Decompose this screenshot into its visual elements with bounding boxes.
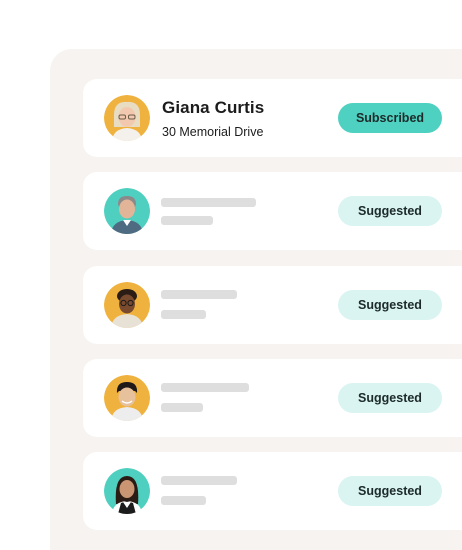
contact-card[interactable]: Suggested [83, 266, 462, 344]
avatar [104, 95, 150, 141]
avatar [104, 468, 150, 514]
avatar [104, 188, 150, 234]
contact-card[interactable]: Suggested [83, 452, 462, 530]
avatar [104, 282, 150, 328]
skeleton-name [161, 476, 237, 485]
suggested-button[interactable]: Suggested [338, 476, 442, 506]
contact-card[interactable]: Suggested [83, 172, 462, 250]
skeleton-address [161, 310, 206, 319]
subscribed-button[interactable]: Subscribed [338, 103, 442, 133]
contact-name: Giana Curtis [162, 98, 265, 117]
skeleton-name [161, 383, 249, 392]
skeleton-name [161, 290, 237, 299]
suggested-button[interactable]: Suggested [338, 196, 442, 226]
skeleton-address [161, 496, 206, 505]
skeleton-address [161, 403, 203, 412]
skeleton-address [161, 216, 213, 225]
contact-card[interactable]: Suggested [83, 359, 462, 437]
avatar [104, 375, 150, 421]
suggested-button[interactable]: Suggested [338, 290, 442, 320]
contacts-widget: Giana Curtis 30 Memorial Drive Subscribe… [0, 0, 462, 550]
contact-card[interactable]: Giana Curtis 30 Memorial Drive Subscribe… [83, 79, 462, 157]
skeleton-name [161, 198, 256, 207]
contact-address: 30 Memorial Drive [162, 125, 264, 139]
suggested-button[interactable]: Suggested [338, 383, 442, 413]
